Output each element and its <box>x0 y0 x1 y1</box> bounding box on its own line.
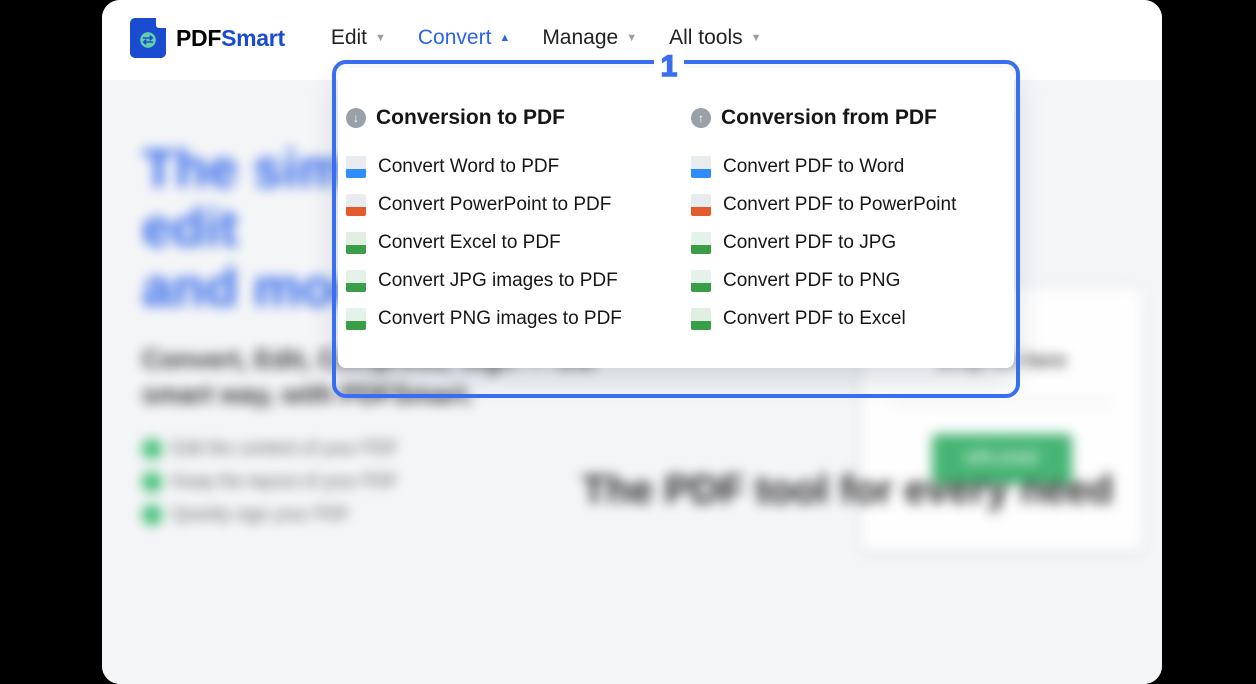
menu-pdf-to-word[interactable]: Convert PDF to Word <box>691 148 1006 186</box>
convert-dropdown: ↓ Conversion to PDF Convert Word to PDF … <box>338 68 1014 368</box>
main-nav: Edit ▼ Convert ▲ Manage ▼ All tools ▼ <box>331 26 762 50</box>
menu-jpg-to-pdf[interactable]: Convert JPG images to PDF <box>346 262 661 300</box>
chevron-down-icon: ▼ <box>375 32 386 44</box>
ppt-file-icon <box>346 194 366 216</box>
dropdown-heading-label: Conversion to PDF <box>376 106 565 130</box>
nav-convert-label: Convert <box>418 26 492 50</box>
menu-label: Convert PDF to PowerPoint <box>723 194 956 216</box>
logo-text: PDFSmart <box>176 25 285 52</box>
dropdown-col-to-pdf: ↓ Conversion to PDF Convert Word to PDF … <box>346 106 661 338</box>
menu-png-to-pdf[interactable]: Convert PNG images to PDF <box>346 300 661 338</box>
menu-excel-to-pdf[interactable]: Convert Excel to PDF <box>346 224 661 262</box>
divider <box>892 403 1112 404</box>
arrow-down-circle-icon: ↓ <box>346 108 366 128</box>
check-icon: ✓ <box>142 505 162 525</box>
logo-prefix: PDF <box>176 25 221 51</box>
png-file-icon <box>346 308 366 330</box>
menu-word-to-pdf[interactable]: Convert Word to PDF <box>346 148 661 186</box>
chevron-down-icon: ▼ <box>751 32 762 44</box>
hero-sub-line2: smart way, with PDFSmart. <box>142 377 742 412</box>
doc-file-icon <box>346 156 366 178</box>
menu-label: Convert PDF to PNG <box>723 270 900 292</box>
doc-file-icon <box>691 156 711 178</box>
nav-convert[interactable]: Convert ▲ <box>418 26 510 50</box>
dropdown-col-from-pdf: ↑ Conversion from PDF Convert PDF to Wor… <box>691 106 1006 338</box>
nav-manage[interactable]: Manage ▼ <box>542 26 637 50</box>
xls-file-icon <box>346 232 366 254</box>
jpg-file-icon <box>691 232 711 254</box>
menu-label: Convert PowerPoint to PDF <box>378 194 611 216</box>
dropdown-heading-label: Conversion from PDF <box>721 106 937 130</box>
dropdown-heading-from-pdf: ↑ Conversion from PDF <box>691 106 1006 130</box>
menu-ppt-to-pdf[interactable]: Convert PowerPoint to PDF <box>346 186 661 224</box>
dropdown-heading-to-pdf: ↓ Conversion to PDF <box>346 106 661 130</box>
menu-label: Convert Word to PDF <box>378 156 559 178</box>
hero-bullet-text: Edit the content of your PDF <box>172 438 398 459</box>
hero-bullet-text: Quickly sign your PDF <box>172 504 350 525</box>
hero-bullet-text: Keep the layout of your PDF <box>172 471 398 492</box>
nav-alltools[interactable]: All tools ▼ <box>669 26 761 50</box>
png-file-icon <box>691 270 711 292</box>
menu-label: Convert PDF to Excel <box>723 308 906 330</box>
footer-headline: The PDF tool for every need <box>582 468 1113 513</box>
menu-label: Convert PNG images to PDF <box>378 308 622 330</box>
chevron-up-icon: ▲ <box>499 32 510 44</box>
menu-pdf-to-excel[interactable]: Convert PDF to Excel <box>691 300 1006 338</box>
chevron-down-icon: ▼ <box>626 32 637 44</box>
nav-edit-label: Edit <box>331 26 367 50</box>
step-badge: 1 <box>654 47 684 87</box>
menu-pdf-to-jpg[interactable]: Convert PDF to JPG <box>691 224 1006 262</box>
logo-icon: ⇄ <box>130 18 166 58</box>
arrow-up-circle-icon: ↑ <box>691 108 711 128</box>
menu-label: Convert PDF to Word <box>723 156 904 178</box>
menu-pdf-to-ppt[interactable]: Convert PDF to PowerPoint <box>691 186 1006 224</box>
app-window: ⇄ PDFSmart Edit ▼ Convert ▲ Manage ▼ All… <box>102 0 1162 684</box>
logo[interactable]: ⇄ PDFSmart <box>130 18 285 58</box>
logo-suffix: Smart <box>221 25 285 51</box>
nav-edit[interactable]: Edit ▼ <box>331 26 386 50</box>
menu-label: Convert JPG images to PDF <box>378 270 618 292</box>
nav-manage-label: Manage <box>542 26 618 50</box>
menu-label: Convert Excel to PDF <box>378 232 561 254</box>
jpg-file-icon <box>346 270 366 292</box>
menu-label: Convert PDF to JPG <box>723 232 896 254</box>
xls-file-icon <box>691 308 711 330</box>
menu-pdf-to-png[interactable]: Convert PDF to PNG <box>691 262 1006 300</box>
check-icon: ✓ <box>142 472 162 492</box>
ppt-file-icon <box>691 194 711 216</box>
check-icon: ✓ <box>142 439 162 459</box>
